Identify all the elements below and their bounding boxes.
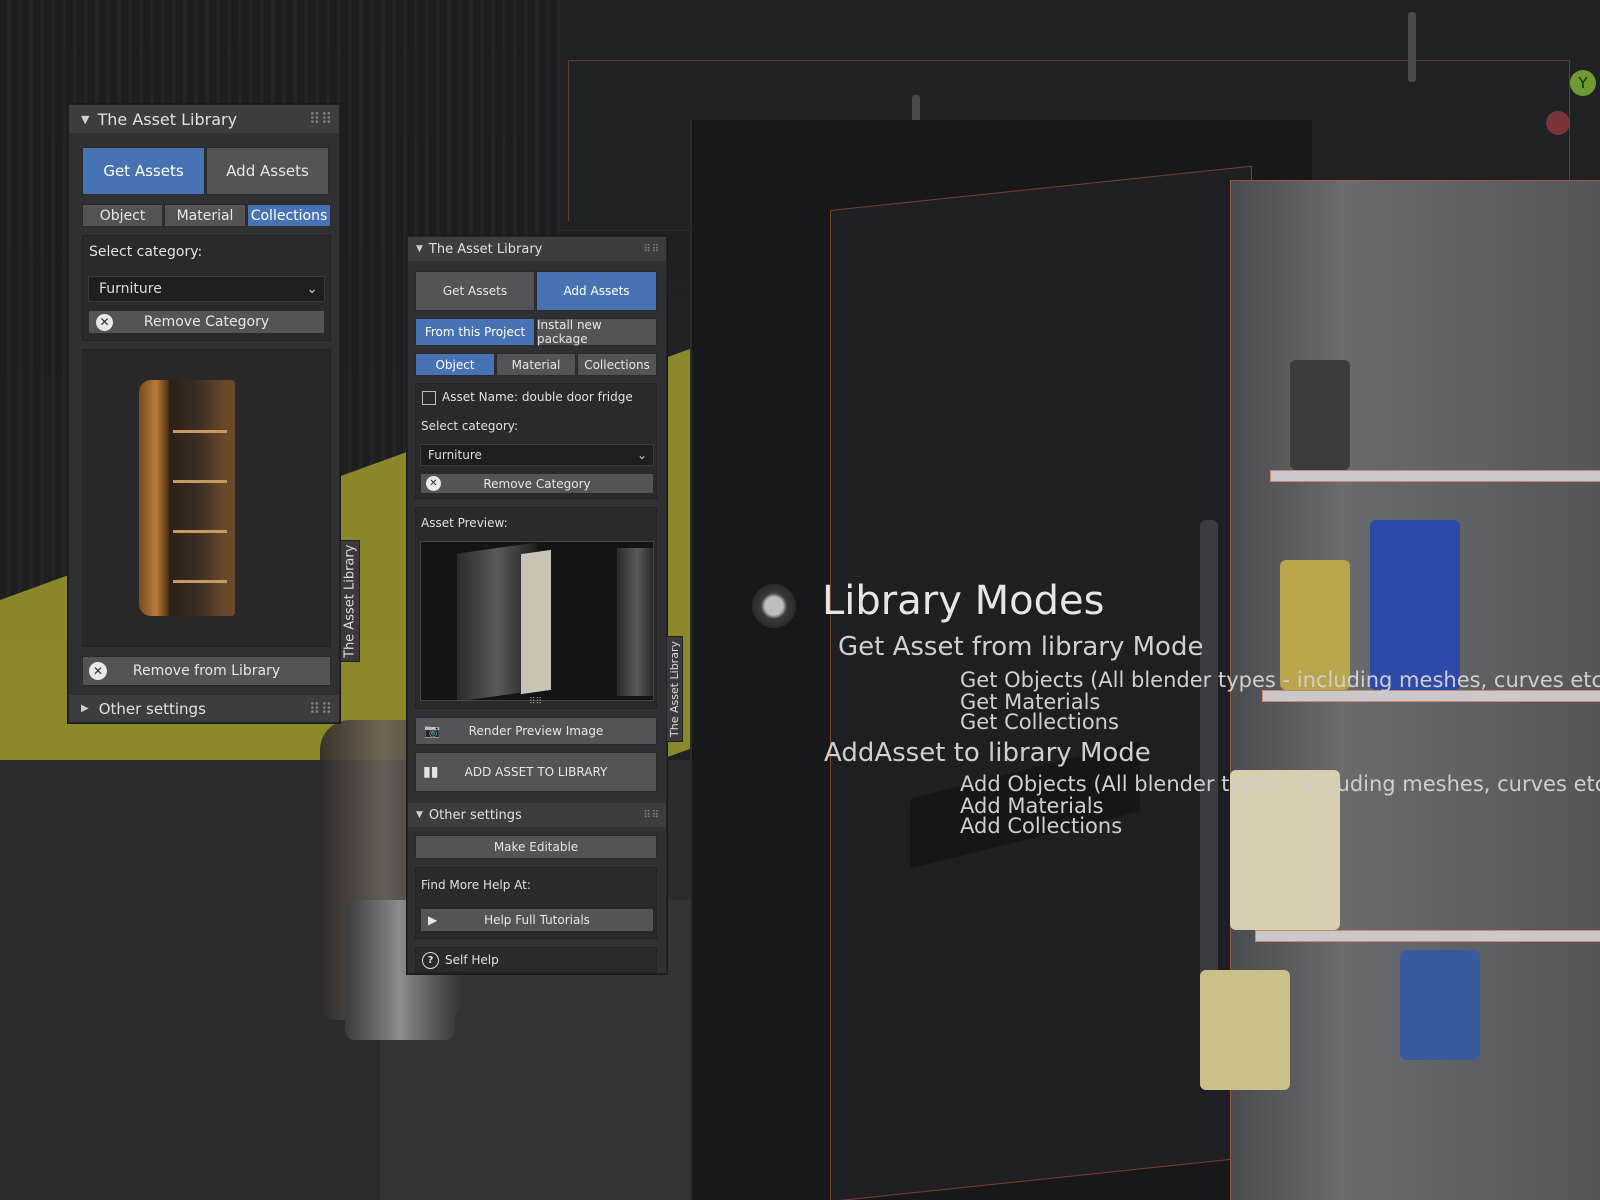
tab-add-assets[interactable]: Add Assets	[536, 271, 657, 311]
category-dropdown[interactable]: Furniture ⌄	[420, 444, 654, 466]
panel-title: The Asset Library	[428, 241, 543, 257]
collapse-triangle-icon[interactable]: ▼	[81, 113, 89, 126]
door-shelf	[1270, 470, 1600, 482]
add-asset-label: ADD ASSET TO LIBRARY	[464, 765, 608, 779]
add-asset-to-library-button[interactable]: ▮▮ ADD ASSET TO LIBRARY	[415, 752, 657, 792]
panel-header[interactable]: ▼ The Asset Library ⠿⠿	[408, 237, 666, 261]
fridge-open-door	[521, 549, 551, 695]
sidebar-tab-asset-library[interactable]: The Asset Library	[666, 636, 683, 742]
bag-item	[1200, 970, 1290, 1090]
collapse-triangle-icon[interactable]: ▼	[416, 244, 423, 254]
help-tutorials-button[interactable]: ▶ Help Full Tutorials	[420, 908, 654, 932]
self-help-row[interactable]: ? Self Help	[415, 947, 657, 973]
type-object[interactable]: Object	[82, 204, 163, 227]
annotation-add-item: Add Objects (All blender types - includi…	[960, 772, 1600, 796]
type-object[interactable]: Object	[415, 353, 495, 376]
tab-add-assets[interactable]: Add Assets	[206, 147, 329, 195]
jar-item	[1370, 520, 1460, 690]
expand-triangle-icon[interactable]: ▶	[81, 703, 89, 714]
self-help-label: Self Help	[445, 953, 499, 967]
annotation-title: Library Modes	[822, 578, 1105, 624]
remove-from-library-button[interactable]: ✕ Remove from Library	[82, 656, 331, 686]
drag-grip-icon[interactable]: ⠿⠿	[309, 700, 333, 718]
select-category-label: Select category:	[421, 419, 519, 433]
close-circle-icon: ✕	[426, 476, 441, 491]
asset-library-panel-get: ▼ The Asset Library ⠿⠿ Get Assets Add As…	[68, 104, 340, 723]
other-settings-label: Other settings	[428, 807, 522, 823]
asset-library-panel-add: ▼ The Asset Library ⠿⠿ Get Assets Add As…	[407, 236, 667, 974]
make-editable-button[interactable]: Make Editable	[415, 835, 657, 859]
remove-category-button[interactable]: ✕ Remove Category	[420, 473, 654, 494]
door-shelf	[1255, 930, 1600, 942]
drag-grip-icon[interactable]: ⠿⠿	[643, 810, 660, 821]
annotation-get-item: Get Materials	[960, 690, 1101, 714]
annotation-add-item: Add Collections	[960, 814, 1123, 838]
bottle-item	[1290, 360, 1350, 470]
source-install-package[interactable]: Install new package	[536, 318, 657, 346]
source-from-project[interactable]: From this Project	[415, 318, 535, 346]
tab-get-assets[interactable]: Get Assets	[82, 147, 205, 195]
other-settings-label: Other settings	[98, 699, 206, 718]
gizmo-axis-dot[interactable]	[1546, 111, 1570, 135]
play-icon: ▶	[428, 913, 438, 927]
cabinet-thumbnail[interactable]	[139, 380, 235, 616]
help-box: Find More Help At: ▶ Help Full Tutorials	[415, 867, 657, 939]
checkbox-icon[interactable]	[422, 391, 436, 405]
gizmo-y-axis[interactable]: Y	[1570, 70, 1596, 96]
annotation-add-item: Add Materials	[960, 794, 1104, 818]
type-material[interactable]: Material	[164, 204, 246, 227]
render-preview-button[interactable]: 📷 Render Preview Image	[415, 717, 657, 745]
chevron-down-icon: ⌄	[636, 448, 647, 462]
find-help-label: Find More Help At:	[421, 878, 531, 892]
jar-item	[1400, 950, 1480, 1060]
shelf-line	[173, 480, 227, 483]
type-collections[interactable]: Collections	[247, 204, 331, 227]
shelf-line	[173, 580, 227, 583]
close-circle-icon: ✕	[96, 313, 113, 331]
category-dropdown[interactable]: Furniture ⌄	[88, 276, 325, 302]
other-settings-header[interactable]: ▼ Other settings ⠿⠿	[408, 803, 666, 827]
resize-grip-icon[interactable]: ⠿⠿	[529, 697, 542, 707]
panel-title: The Asset Library	[97, 109, 238, 129]
drag-grip-icon[interactable]: ⠿⠿	[309, 110, 333, 128]
shelf-line	[173, 530, 227, 533]
sidebar-tab-asset-library[interactable]: The Asset Library	[340, 540, 360, 662]
remove-category-button[interactable]: ✕ Remove Category	[88, 310, 325, 334]
category-value: Furniture	[428, 448, 482, 462]
fridge-thumbnail-side	[617, 548, 653, 696]
asset-info-box: Asset Name: double door fridge Select ca…	[415, 383, 657, 499]
tab-get-assets[interactable]: Get Assets	[415, 271, 535, 311]
bullet-icon	[752, 584, 796, 628]
shelf-line	[173, 430, 227, 433]
other-settings-header[interactable]: ▶ Other settings ⠿⠿	[69, 695, 339, 722]
asset-preview-label: Asset Preview:	[421, 516, 508, 530]
preview-image[interactable]	[420, 541, 654, 701]
close-circle-icon: ✕	[89, 662, 107, 680]
remove-category-label: Remove Category	[143, 314, 270, 330]
cabinet-handle	[1408, 12, 1416, 82]
render-preview-label: Render Preview Image	[468, 724, 604, 738]
help-tutorials-label: Help Full Tutorials	[484, 913, 590, 927]
panel-header[interactable]: ▼ The Asset Library ⠿⠿	[69, 105, 339, 133]
category-box: Select category: Furniture ⌄ ✕ Remove Ca…	[82, 235, 331, 341]
type-material[interactable]: Material	[496, 353, 576, 376]
asset-preview-box[interactable]	[82, 349, 331, 647]
collapse-triangle-icon[interactable]: ▼	[416, 810, 423, 820]
camera-icon: 📷	[424, 723, 441, 739]
remove-category-label: Remove Category	[483, 476, 591, 491]
annotation-get-mode: Get Asset from library Mode	[838, 632, 1204, 662]
select-category-label: Select category:	[89, 244, 203, 260]
help-question-icon: ?	[422, 952, 439, 969]
drag-grip-icon[interactable]: ⠿⠿	[643, 244, 660, 255]
remove-from-library-label: Remove from Library	[132, 663, 281, 679]
library-books-icon: ▮▮	[423, 764, 439, 780]
category-value: Furniture	[99, 281, 162, 297]
chevron-down-icon: ⌄	[306, 281, 318, 297]
annotation-get-item: Get Collections	[960, 710, 1119, 734]
asset-preview-box: Asset Preview: ⠿⠿	[415, 507, 657, 709]
annotation-get-item: Get Objects (All blender types - includi…	[960, 668, 1600, 692]
asset-name-label: Asset Name: double door fridge	[442, 390, 633, 404]
type-collections[interactable]: Collections	[577, 353, 657, 376]
annotation-add-mode: AddAsset to library Mode	[824, 738, 1151, 768]
